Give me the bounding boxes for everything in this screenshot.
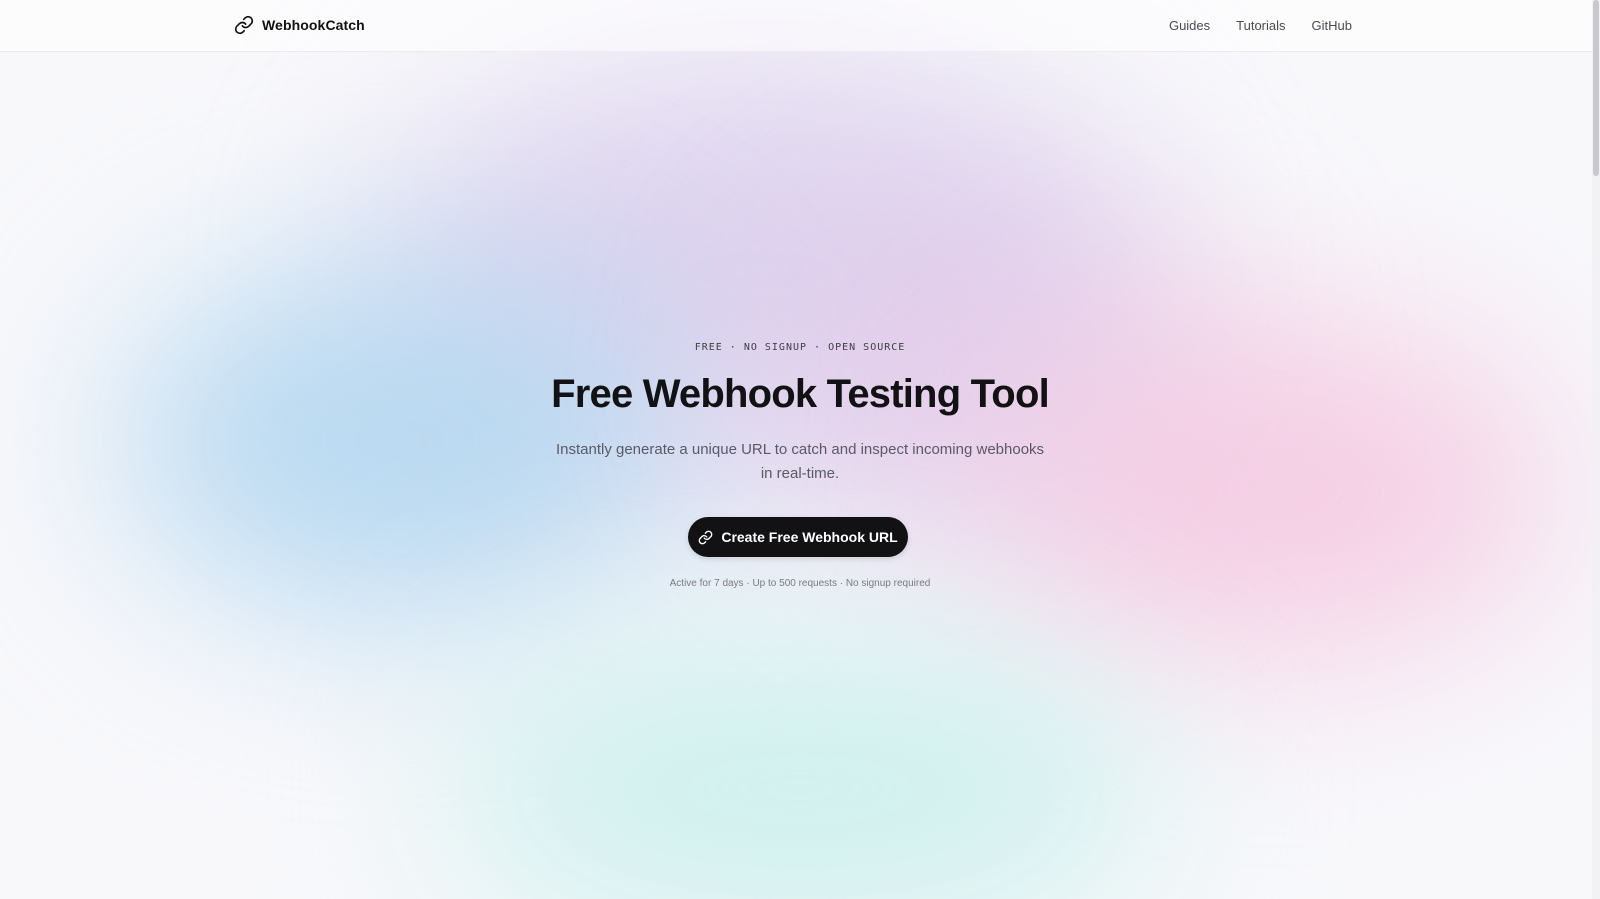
hero-eyebrow: FREE · NO SIGNUP · OPEN SOURCE — [694, 342, 906, 353]
link-icon — [698, 530, 713, 545]
page-title: Free Webhook Testing Tool — [551, 372, 1050, 416]
nav-link-guides[interactable]: Guides — [1169, 18, 1210, 33]
create-webhook-url-button[interactable]: Create Free Webhook URL — [688, 517, 908, 557]
hero-fineprint: Active for 7 days · Up to 500 requests ·… — [669, 578, 931, 589]
hero-section: FREE · NO SIGNUP · OPEN SOURCE Free Webh… — [0, 0, 1600, 899]
scrollbar-thumb[interactable] — [1593, 0, 1599, 176]
brand-logo-link[interactable]: WebhookCatch — [234, 15, 365, 35]
brand-name: WebhookCatch — [262, 17, 365, 33]
page-scrollbar[interactable] — [1592, 0, 1600, 899]
nav-link-tutorials[interactable]: Tutorials — [1236, 18, 1285, 33]
top-nav: Guides Tutorials GitHub — [1169, 18, 1352, 33]
hero-subtitle: Instantly generate a unique URL to catch… — [555, 441, 1045, 482]
link-icon — [234, 15, 254, 35]
site-header: WebhookCatch Guides Tutorials GitHub — [0, 0, 1600, 52]
nav-link-github[interactable]: GitHub — [1312, 18, 1352, 33]
create-webhook-url-label: Create Free Webhook URL — [721, 529, 898, 545]
